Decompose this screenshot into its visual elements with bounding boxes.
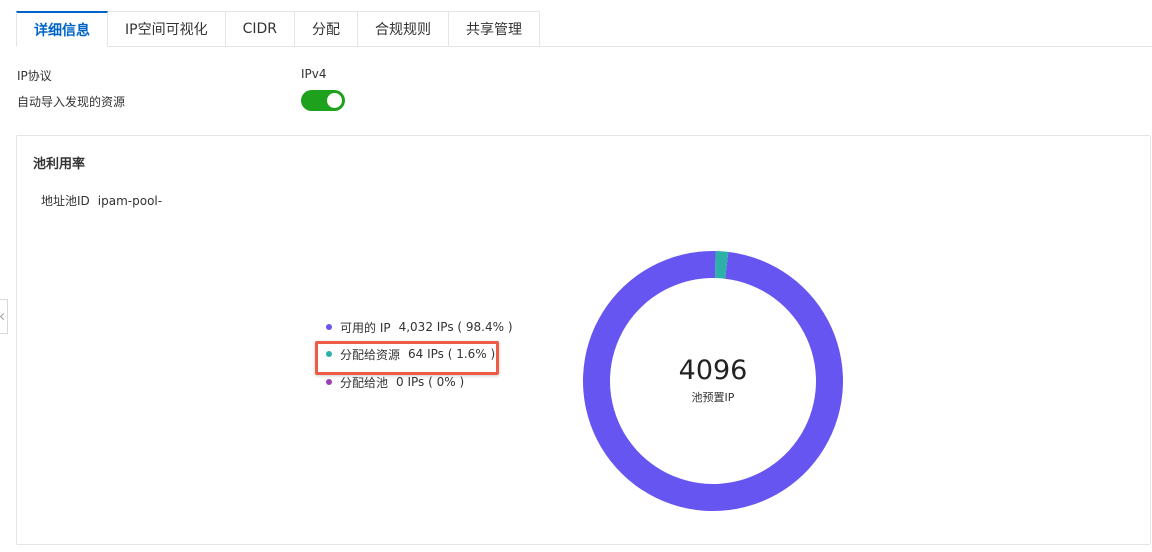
legend-value: 4,032 IPs ( 98.4% ) (398, 320, 513, 334)
tab-bar: 详细信息 IP空间可视化 CIDR 分配 合规规则 共享管理 (16, 11, 1152, 47)
ip-protocol-value: IPv4 (301, 67, 327, 81)
legend-dot (326, 324, 332, 330)
legend-name: 可用的 IP (340, 320, 391, 335)
utilization-title: 池利用率 (33, 157, 86, 172)
highlight-box (315, 341, 499, 375)
donut-total-label: 池预置IP (691, 391, 735, 404)
auto-import-label: 自动导入发现的资源 (17, 95, 126, 109)
tab-compliance-rules[interactable]: 合规规则 (358, 11, 449, 47)
tab-cidr[interactable]: CIDR (225, 11, 295, 47)
legend-value: 0 IPs ( 0% ) (396, 375, 465, 389)
legend-name: 分配给池 (340, 375, 389, 390)
tab-ip-space-visualization[interactable]: IP空间可视化 (108, 11, 226, 47)
collapse-handle[interactable] (0, 299, 8, 334)
auto-import-toggle[interactable] (301, 90, 345, 111)
donut-total-value: 4096 (678, 355, 748, 386)
ip-protocol-label: IP协议 (17, 69, 52, 83)
tab-allocation[interactable]: 分配 (295, 11, 358, 47)
pool-id-label: 地址池ID (41, 194, 90, 208)
pool-id-row: 地址池ID ipam-pool- (41, 192, 162, 209)
tab-details[interactable]: 详细信息 (16, 11, 108, 47)
legend-dot (326, 379, 332, 385)
pool-id-value: ipam-pool- (97, 194, 163, 208)
legend-item-available[interactable]: 可用的 IP 4,032 IPs ( 98.4% ) (326, 319, 513, 335)
toggle-knob (327, 93, 342, 108)
tab-sharing[interactable]: 共享管理 (449, 11, 540, 47)
legend-item-allocated-to-pools[interactable]: 分配给池 0 IPs ( 0% ) (326, 374, 464, 390)
